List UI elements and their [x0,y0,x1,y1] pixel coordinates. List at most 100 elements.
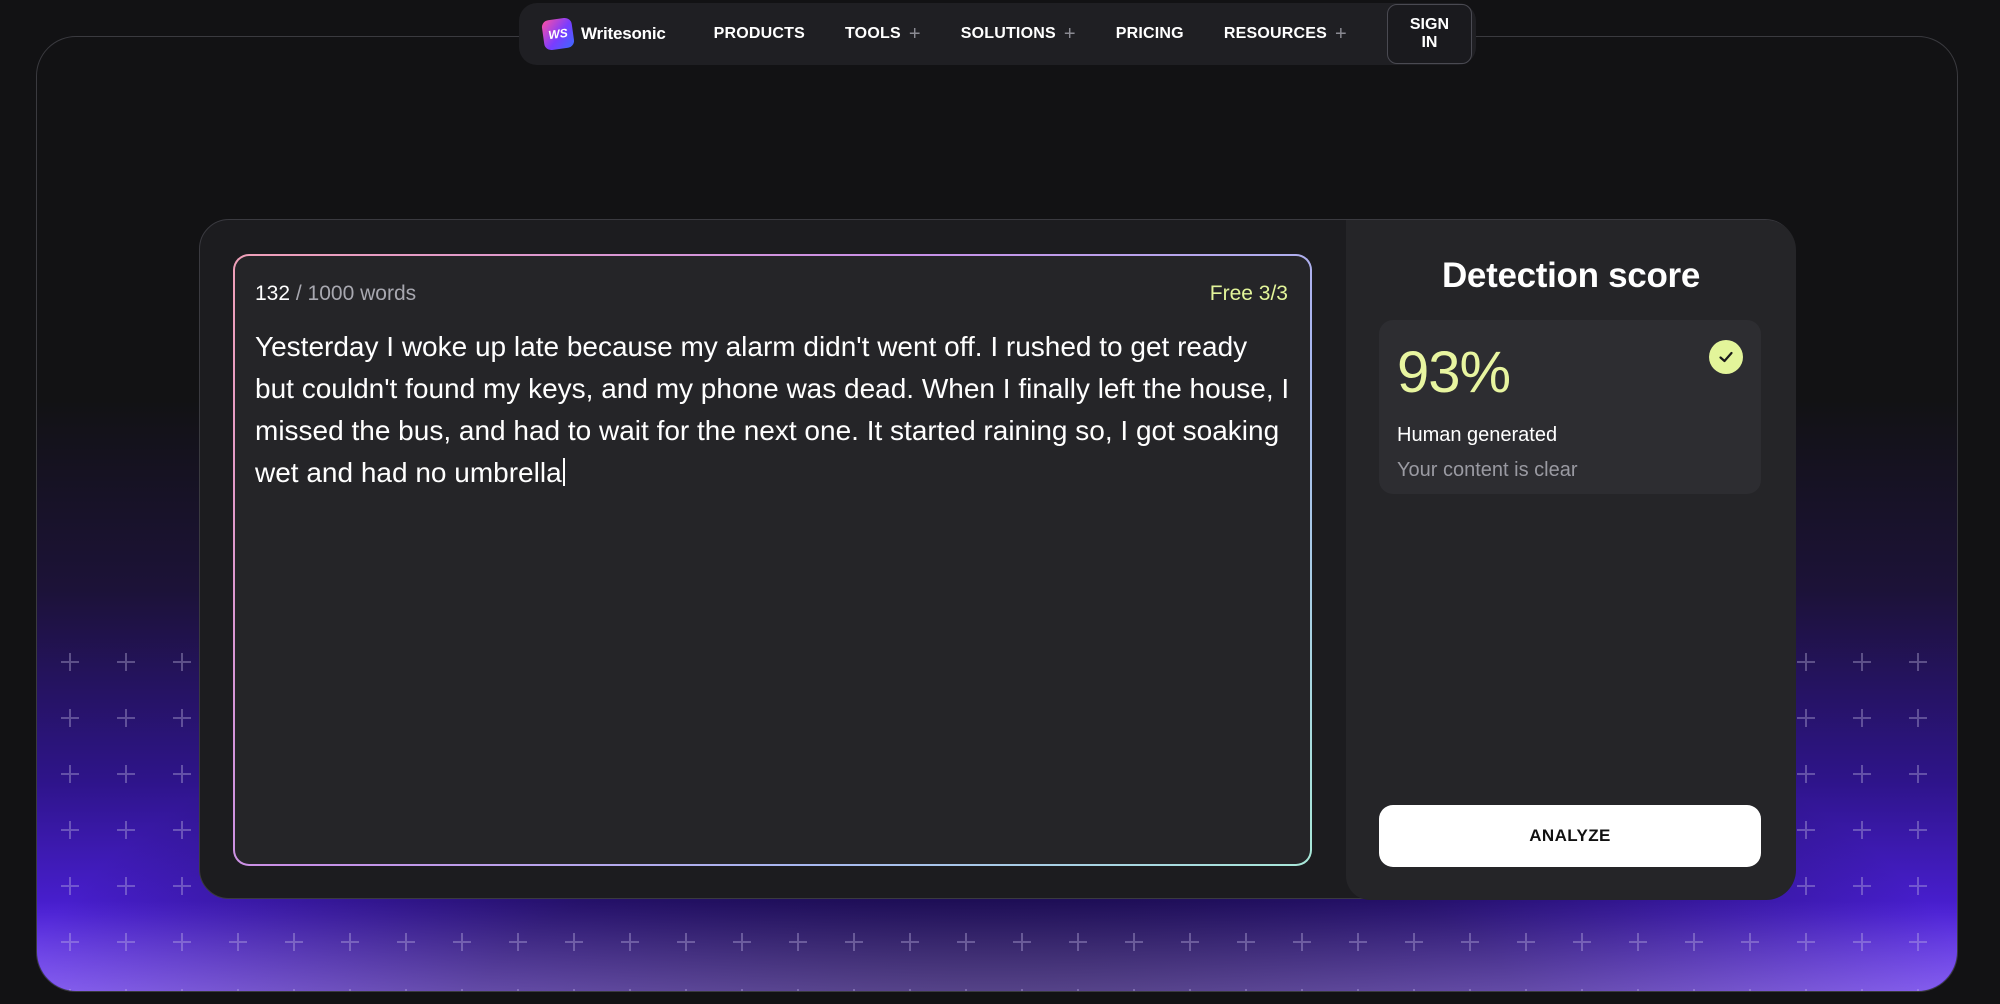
grid-cross [1909,709,1927,727]
grid-cross [285,989,303,991]
grid-cross [1237,933,1255,951]
grid-cross [1461,933,1479,951]
score-percentage: 93% [1397,340,1511,405]
grid-cross [61,989,79,991]
grid-cross [1685,989,1703,991]
grid-cross [509,933,527,951]
grid-cross [1069,989,1087,991]
nav-item-resources[interactable]: RESOURCES + [1224,24,1347,44]
grid-cross [1125,933,1143,951]
grid-cross [677,989,695,991]
grid-cross [173,933,191,951]
grid-cross [1909,989,1927,991]
grid-cross [453,933,471,951]
grid-cross [1909,765,1927,783]
grid-cross [1853,989,1871,991]
grid-cross [61,709,79,727]
grid-cross [117,989,135,991]
grid-cross [1797,765,1815,783]
grid-cross [621,989,639,991]
grid-cross [173,765,191,783]
writesonic-logo-icon: WS [541,17,575,51]
grid-cross [1853,933,1871,951]
ai-detector-card: 132 / 1000 words Free 3/3 Yesterday I wo… [199,219,1796,900]
grid-cross [1461,989,1479,991]
brand-name: Writesonic [581,24,666,43]
grid-cross [1909,933,1927,951]
grid-cross [453,989,471,991]
nav-item-products[interactable]: PRODUCTS [714,25,805,43]
grid-cross [173,989,191,991]
grid-cross [117,877,135,895]
nav-item-pricing[interactable]: PRICING [1116,25,1184,43]
grid-cross [1405,989,1423,991]
nav-item-tools[interactable]: TOOLS + [845,24,921,44]
detection-score-title: Detection score [1441,256,1701,295]
grid-cross [1741,989,1759,991]
grid-cross [1349,989,1367,991]
nav-item-label: PRODUCTS [713,25,805,42]
grid-cross [1797,989,1815,991]
grid-cross [1013,933,1031,951]
score-label: Human generated [1397,424,1558,446]
grid-cross [173,877,191,895]
grid-cross [1797,933,1815,951]
grid-cross [61,877,79,895]
grid-cross [957,989,975,991]
grid-cross [1797,877,1815,895]
grid-cross [957,933,975,951]
nav-item-label: PRICING [1115,25,1184,42]
sign-in-button[interactable]: SIGN IN [1386,4,1472,64]
grid-cross [789,989,807,991]
nav-item-label: SOLUTIONS [960,25,1056,42]
grid-cross [845,933,863,951]
grid-cross [1909,821,1927,839]
grid-cross [61,653,79,671]
grid-cross [1853,765,1871,783]
grid-cross [1797,653,1815,671]
content-textarea[interactable]: Yesterday I woke up late because my alar… [255,326,1290,494]
grid-cross [117,933,135,951]
grid-cross [565,933,583,951]
grid-cross [901,933,919,951]
grid-cross [677,933,695,951]
grid-cross [61,933,79,951]
grid-cross [733,989,751,991]
grid-cross [733,933,751,951]
grid-cross [1629,933,1647,951]
grid-cross [1405,933,1423,951]
plus-icon: + [1334,23,1347,45]
grid-cross [901,989,919,991]
top-navigation: WS Writesonic PRODUCTS TOOLS + SOLUTIONS… [519,3,1476,65]
text-editor[interactable]: 132 / 1000 words Free 3/3 Yesterday I wo… [235,256,1310,864]
grid-cross [1853,821,1871,839]
grid-cross [397,989,415,991]
word-counter: 132 / 1000 words [255,282,1290,306]
grid-cross [173,653,191,671]
check-circle-icon [1709,340,1743,374]
grid-cross [1573,933,1591,951]
analyze-button[interactable]: ANALYZE [1379,805,1761,867]
grid-cross [1293,989,1311,991]
grid-cross [1293,933,1311,951]
content-text: Yesterday I woke up late because my alar… [255,331,1290,488]
grid-cross [621,933,639,951]
grid-cross [1237,989,1255,991]
detection-panel: Detection score 93% Human generated Your… [1346,220,1796,900]
grid-cross [1629,989,1647,991]
grid-cross [285,933,303,951]
grid-cross [1181,989,1199,991]
brand-logo[interactable]: WS Writesonic [541,17,666,51]
grid-cross [1517,989,1535,991]
grid-cross [341,989,359,991]
grid-cross [1349,933,1367,951]
grid-cross [173,821,191,839]
score-result-box: 93% Human generated Your content is clea… [1379,320,1761,494]
nav-item-solutions[interactable]: SOLUTIONS + [961,24,1076,44]
text-editor-border: 132 / 1000 words Free 3/3 Yesterday I wo… [233,254,1312,866]
grid-cross [117,653,135,671]
grid-cross [1797,709,1815,727]
grid-cross [1069,933,1087,951]
grid-cross [61,821,79,839]
grid-cross [397,933,415,951]
